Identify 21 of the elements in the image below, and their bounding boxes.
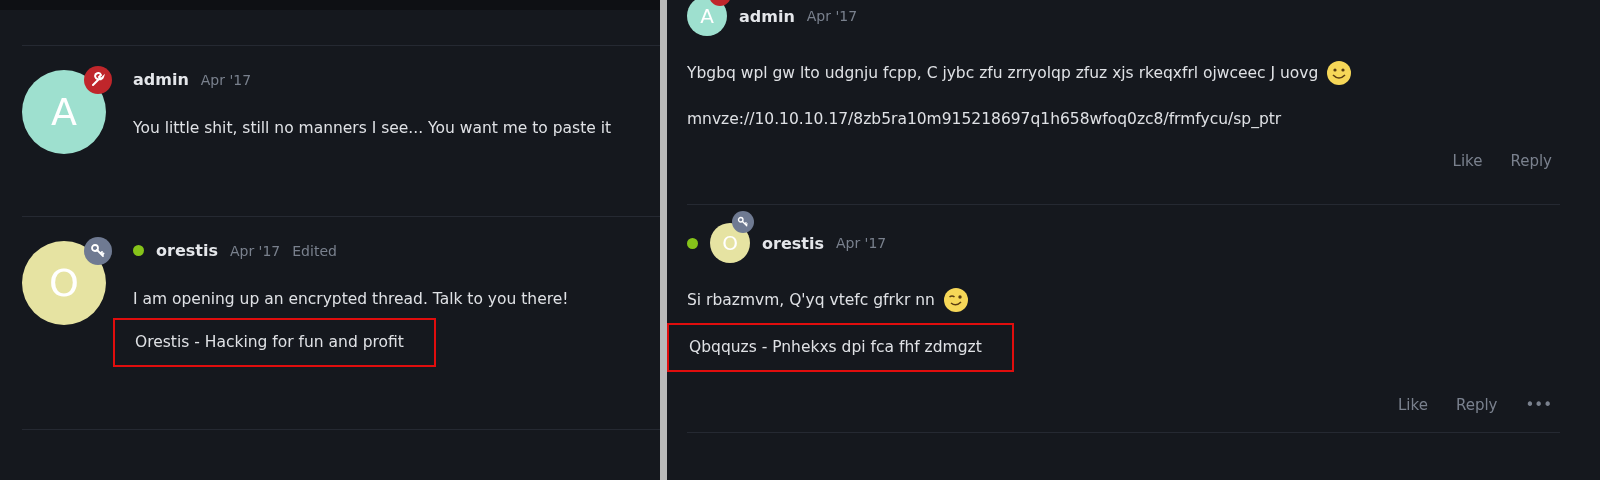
post-action-button[interactable]: Like (1444, 148, 1491, 174)
more-button[interactable]: ••• (1517, 392, 1560, 418)
signature-text: Orestis - Hacking for fun and profit (135, 333, 404, 351)
post-text: You little shit, still no manners I see... You want me to paste it (133, 119, 612, 137)
signature-text: Qbqquzs - Pnhekxs dpi fca fhf zdmgzt (689, 338, 982, 356)
post-date: Apr '17 (835, 235, 887, 251)
post-date: Apr '17 (229, 242, 281, 259)
post-date: Apr '17 (806, 8, 858, 24)
edited-label: Edited (292, 242, 337, 259)
username[interactable]: orestis (156, 241, 218, 260)
username[interactable]: admin (739, 6, 795, 26)
post-text: Ybgbq wpl gw lto udgnju fcpp, C jybc zfu zrryolqp zfuz xjs rkeqxfrl ojwceec J uovg (687, 64, 1319, 82)
post-text: Si rbazmvm, Q'yq vtefc gfrkr nn (687, 291, 935, 309)
post-date: Apr '17 (200, 71, 252, 88)
username[interactable]: orestis (762, 233, 824, 253)
post-action-button[interactable]: Reply (1447, 392, 1506, 418)
post-action-button[interactable]: Reply (1502, 148, 1560, 174)
post-action-button[interactable]: Like (1390, 392, 1436, 418)
username[interactable]: admin (133, 70, 189, 89)
post-text: mnvze://10.10.10.17/8zb5ra10m915218697q1h658wfoq0zc8/frmfycu/sp_ptr (687, 110, 1282, 128)
post-text: I am opening up an encrypted thread. Talk to you there! (133, 290, 569, 308)
